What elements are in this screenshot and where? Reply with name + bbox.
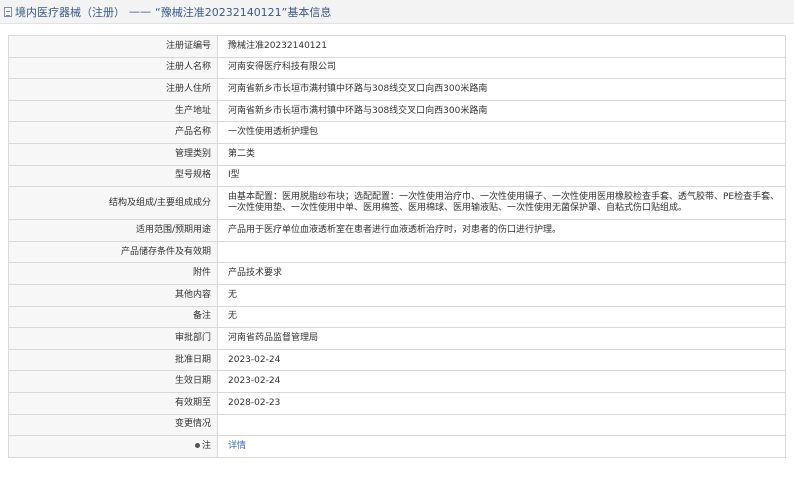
table-row: 注册人名称 河南安得医疗科技有限公司 bbox=[8, 56, 786, 80]
info-table: 注册证编号 豫械注准20232140121 注册人名称 河南安得医疗科技有限公司… bbox=[8, 35, 786, 458]
table-row: 生产地址 河南省新乡市长垣市满村镇中环路与308线交叉口向西300米路南 bbox=[8, 99, 786, 123]
row-value-reg-number: 豫械注准20232140121 bbox=[217, 35, 786, 58]
row-label-effective-date: 生效日期 bbox=[8, 370, 218, 393]
row-label-registrant-name: 注册人名称 bbox=[8, 56, 218, 80]
table-row: 有效期至 2028-02-23 bbox=[8, 391, 786, 415]
row-value-approval-dept: 河南省药品监督管理局 bbox=[217, 327, 786, 350]
row-label-expiry-date: 有效期至 bbox=[8, 391, 218, 415]
table-row: 型号规格 Ⅰ型 bbox=[8, 164, 786, 188]
row-label-storage: 产品储存条件及有效期 bbox=[8, 240, 218, 264]
row-label-management-class: 管理类别 bbox=[8, 142, 218, 166]
table-row: 产品储存条件及有效期 bbox=[8, 240, 786, 264]
row-value-production-address: 河南省新乡市长垣市满村镇中环路与308线交叉口向西300米路南 bbox=[217, 99, 786, 123]
bullet-icon bbox=[194, 442, 200, 448]
row-label-product-name: 产品名称 bbox=[8, 121, 218, 144]
table-row: 批准日期 2023-02-24 bbox=[8, 348, 786, 372]
row-label-intended-use: 适用范围/预期用途 bbox=[8, 219, 218, 242]
row-label-attachment: 附件 bbox=[8, 262, 218, 285]
row-value-changes bbox=[217, 413, 786, 437]
row-label-note: 注 bbox=[8, 435, 218, 458]
row-label-registrant-address: 注册人住所 bbox=[8, 78, 218, 101]
table-row: 管理类别 第二类 bbox=[8, 142, 786, 166]
row-value-remarks: 无 bbox=[217, 305, 786, 329]
breadcrumb[interactable]: 境内医疗器械（注册） bbox=[15, 4, 125, 20]
table-row: 适用范围/预期用途 产品用于医疗单位血液透析室在患者进行血液透析治疗时，对患者的… bbox=[8, 219, 786, 242]
table-row: 审批部门 河南省药品监督管理局 bbox=[8, 327, 786, 350]
breadcrumb-separator: —— bbox=[129, 5, 151, 18]
table-row: 注 详情 bbox=[8, 435, 786, 458]
row-value-registrant-name: 河南安得医疗科技有限公司 bbox=[217, 56, 786, 80]
row-value-registrant-address: 河南省新乡市长垣市满村镇中环路与308线交叉口向西300米路南 bbox=[217, 78, 786, 101]
document-icon bbox=[4, 6, 12, 17]
table-row: 产品名称 一次性使用透析护理包 bbox=[8, 121, 786, 144]
row-label-composition: 结构及组成/主要组成成分 bbox=[8, 186, 218, 221]
table-row: 附件 产品技术要求 bbox=[8, 262, 786, 285]
row-value-model-spec: Ⅰ型 bbox=[217, 164, 786, 188]
row-label-approval-dept: 审批部门 bbox=[8, 327, 218, 350]
row-value-management-class: 第二类 bbox=[217, 142, 786, 166]
info-table-container: 注册证编号 豫械注准20232140121 注册人名称 河南安得医疗科技有限公司… bbox=[8, 35, 786, 458]
row-value-storage bbox=[217, 240, 786, 264]
row-value-intended-use: 产品用于医疗单位血液透析室在患者进行血液透析治疗时，对患者的伤口进行护理。 bbox=[217, 219, 786, 242]
row-value-attachment: 产品技术要求 bbox=[217, 262, 786, 285]
table-row: 备注 无 bbox=[8, 305, 786, 329]
table-row: 注册证编号 豫械注准20232140121 bbox=[8, 35, 786, 58]
row-value-product-name: 一次性使用透析护理包 bbox=[217, 121, 786, 144]
row-label-remarks: 备注 bbox=[8, 305, 218, 329]
details-link[interactable]: 详情 bbox=[228, 441, 246, 451]
page-header: 境内医疗器械（注册） —— “豫械注准20232140121”基本信息 bbox=[0, 0, 794, 24]
table-row: 结构及组成/主要组成成分 由基本配置：医用脱脂纱布块；选配配置：一次性使用治疗巾… bbox=[8, 186, 786, 221]
row-label-approval-date: 批准日期 bbox=[8, 348, 218, 372]
row-label-production-address: 生产地址 bbox=[8, 99, 218, 123]
row-value-expiry-date: 2028-02-23 bbox=[217, 391, 786, 415]
row-label-model-spec: 型号规格 bbox=[8, 164, 218, 188]
table-row: 注册人住所 河南省新乡市长垣市满村镇中环路与308线交叉口向西300米路南 bbox=[8, 78, 786, 101]
table-row: 其他内容 无 bbox=[8, 283, 786, 307]
row-value-other: 无 bbox=[217, 283, 786, 307]
row-value-effective-date: 2023-02-24 bbox=[217, 370, 786, 393]
row-label-reg-number: 注册证编号 bbox=[8, 35, 218, 58]
row-value-composition: 由基本配置：医用脱脂纱布块；选配配置：一次性使用治疗巾、一次性使用镊子、一次性使… bbox=[217, 186, 786, 221]
row-value-note: 详情 bbox=[217, 435, 786, 458]
row-label-changes: 变更情况 bbox=[8, 413, 218, 437]
note-label: 注 bbox=[201, 440, 211, 451]
table-row: 生效日期 2023-02-24 bbox=[8, 370, 786, 393]
row-value-approval-date: 2023-02-24 bbox=[217, 348, 786, 372]
page-title: “豫械注准20232140121”基本信息 bbox=[155, 5, 332, 19]
row-label-other: 其他内容 bbox=[8, 283, 218, 307]
table-row: 变更情况 bbox=[8, 413, 786, 437]
